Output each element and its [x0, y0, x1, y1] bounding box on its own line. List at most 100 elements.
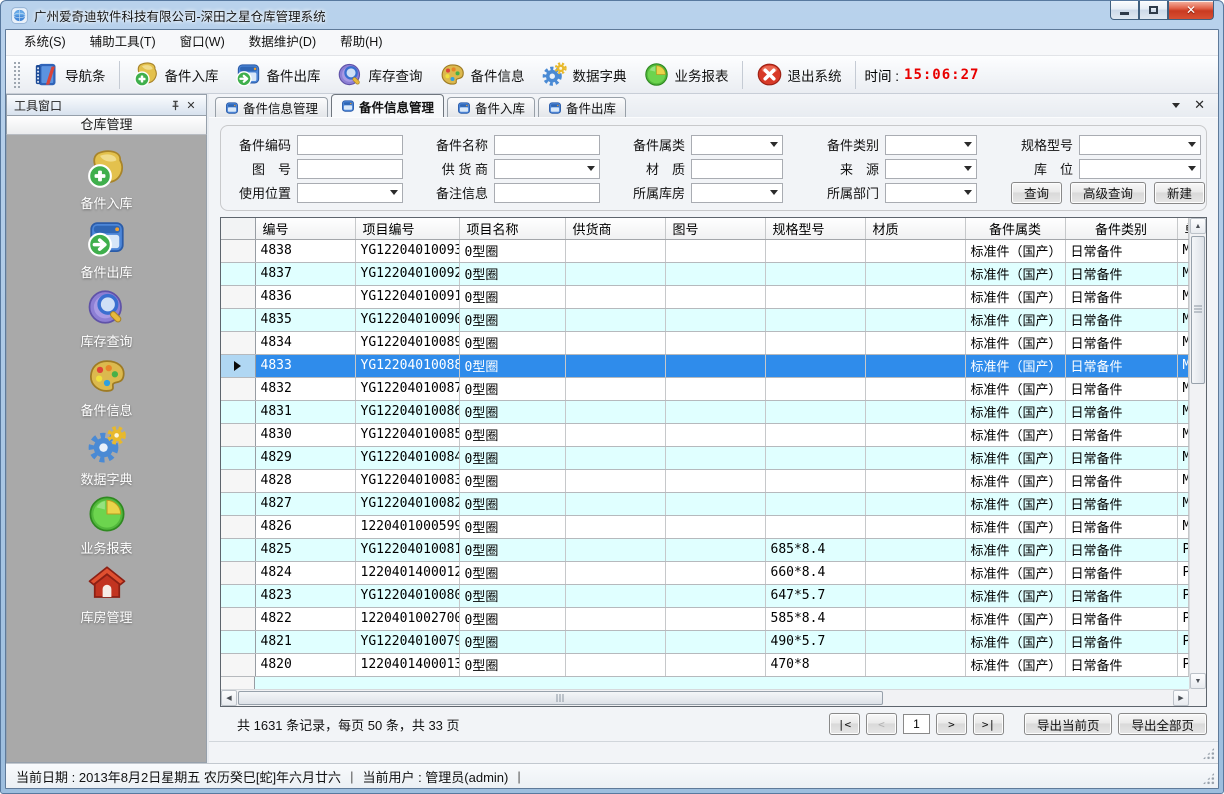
- row-indicator-cell[interactable]: [221, 492, 255, 515]
- table-cell[interactable]: [765, 469, 865, 492]
- page-number-input[interactable]: [903, 714, 930, 734]
- table-cell[interactable]: [865, 331, 965, 354]
- table-cell[interactable]: 0型圈: [459, 561, 565, 584]
- table-cell[interactable]: 日常备件: [1065, 239, 1177, 262]
- table-cell[interactable]: PC: [1177, 561, 1189, 584]
- table-cell[interactable]: 标准件（国产）: [965, 630, 1065, 653]
- pin-icon[interactable]: [167, 97, 183, 113]
- row-indicator-cell[interactable]: [221, 446, 255, 469]
- table-cell[interactable]: [865, 377, 965, 400]
- row-indicator-cell[interactable]: [221, 400, 255, 423]
- table-row[interactable]: 482612204010005990型圈标准件（国产）日常备件M: [221, 515, 1189, 538]
- table-cell[interactable]: [565, 354, 665, 377]
- table-cell[interactable]: [665, 538, 765, 561]
- table-cell[interactable]: [865, 354, 965, 377]
- table-cell[interactable]: PC: [1177, 630, 1189, 653]
- table-cell[interactable]: 1220401400013: [355, 653, 459, 676]
- table-cell[interactable]: YG12204010093: [355, 239, 459, 262]
- table-cell[interactable]: M: [1177, 308, 1189, 331]
- table-cell[interactable]: M: [1177, 239, 1189, 262]
- table-row[interactable]: 4833YG122040100880型圈标准件（国产）日常备件M: [221, 354, 1189, 377]
- scroll-right-icon[interactable]: ▶: [1173, 690, 1189, 706]
- column-header-project-name[interactable]: 项目名称: [459, 218, 565, 239]
- column-header-part-class[interactable]: 备件类别: [1065, 218, 1177, 239]
- vertical-scroll-thumb[interactable]: [1191, 236, 1205, 384]
- table-cell[interactable]: 470*8: [765, 653, 865, 676]
- table-cell[interactable]: [665, 584, 765, 607]
- table-cell[interactable]: 4827: [255, 492, 355, 515]
- table-cell[interactable]: [765, 377, 865, 400]
- table-row[interactable]: 4823YG122040100800型圈647*5.7标准件（国产）日常备件PC: [221, 584, 1189, 607]
- table-cell[interactable]: M: [1177, 331, 1189, 354]
- table-cell[interactable]: 4837: [255, 262, 355, 285]
- table-cell[interactable]: 660*8.4: [765, 561, 865, 584]
- table-row[interactable]: 4828YG122040100830型圈标准件（国产）日常备件M: [221, 469, 1189, 492]
- menu-item-tools[interactable]: 辅助工具(T): [78, 30, 168, 55]
- close-button[interactable]: ✕: [1168, 1, 1214, 20]
- table-cell[interactable]: 0型圈: [459, 492, 565, 515]
- table-cell[interactable]: [665, 423, 765, 446]
- last-page-button[interactable]: >|: [973, 713, 1004, 735]
- table-cell[interactable]: 0型圈: [459, 377, 565, 400]
- table-cell[interactable]: 1220401000599: [355, 515, 459, 538]
- remark-input[interactable]: [494, 183, 600, 203]
- table-cell[interactable]: 0型圈: [459, 262, 565, 285]
- table-cell[interactable]: 标准件（国产）: [965, 377, 1065, 400]
- row-indicator-cell[interactable]: [221, 515, 255, 538]
- row-indicator-cell[interactable]: [221, 377, 255, 400]
- row-indicator-cell[interactable]: [221, 607, 255, 630]
- horizontal-scroll-thumb[interactable]: [238, 691, 883, 705]
- table-cell[interactable]: 标准件（国产）: [965, 446, 1065, 469]
- table-cell[interactable]: 0型圈: [459, 584, 565, 607]
- table-cell[interactable]: [665, 285, 765, 308]
- table-cell[interactable]: [765, 446, 865, 469]
- column-header-project-code[interactable]: 项目编号: [355, 218, 459, 239]
- table-cell[interactable]: YG12204010089: [355, 331, 459, 354]
- table-cell[interactable]: [665, 239, 765, 262]
- first-page-button[interactable]: |<: [829, 713, 860, 735]
- table-cell[interactable]: 4829: [255, 446, 355, 469]
- table-cell[interactable]: M: [1177, 262, 1189, 285]
- table-cell[interactable]: YG12204010083: [355, 469, 459, 492]
- table-cell[interactable]: [565, 400, 665, 423]
- tool-window-close-icon[interactable]: ✕: [183, 97, 199, 113]
- table-cell[interactable]: [865, 400, 965, 423]
- minimize-button[interactable]: [1110, 1, 1139, 20]
- table-cell[interactable]: 0型圈: [459, 331, 565, 354]
- table-cell[interactable]: 4834: [255, 331, 355, 354]
- table-cell[interactable]: 日常备件: [1065, 354, 1177, 377]
- table-cell[interactable]: 0型圈: [459, 446, 565, 469]
- table-cell[interactable]: 1220401002700: [355, 607, 459, 630]
- table-cell[interactable]: [865, 538, 965, 561]
- sidebar-item-business-report[interactable]: 业务报表: [7, 493, 206, 562]
- material-input[interactable]: [691, 159, 783, 179]
- table-cell[interactable]: 标准件（国产）: [965, 423, 1065, 446]
- table-cell[interactable]: [565, 515, 665, 538]
- table-cell[interactable]: [765, 423, 865, 446]
- table-cell[interactable]: 0型圈: [459, 285, 565, 308]
- table-cell[interactable]: [865, 561, 965, 584]
- table-cell[interactable]: [665, 607, 765, 630]
- table-cell[interactable]: 日常备件: [1065, 423, 1177, 446]
- row-indicator-cell[interactable]: [221, 285, 255, 308]
- resize-grip-icon[interactable]: [1202, 747, 1215, 760]
- tab-list-chevron-down-icon[interactable]: [1172, 103, 1180, 108]
- scroll-up-icon[interactable]: ▲: [1190, 218, 1206, 234]
- maximize-button[interactable]: [1139, 1, 1168, 20]
- supplier-select[interactable]: [494, 159, 600, 179]
- table-cell[interactable]: 标准件（国产）: [965, 492, 1065, 515]
- table-cell[interactable]: 日常备件: [1065, 492, 1177, 515]
- toolbar-button-business-report[interactable]: 业务报表: [635, 58, 737, 91]
- table-cell[interactable]: [565, 630, 665, 653]
- sidebar-item-stock-in[interactable]: 备件入库: [7, 148, 206, 217]
- table-cell[interactable]: YG12204010087: [355, 377, 459, 400]
- table-cell[interactable]: 4825: [255, 538, 355, 561]
- sidebar-item-warehouse-mgmt[interactable]: 库房管理: [7, 562, 206, 631]
- row-indicator-cell[interactable]: [221, 469, 255, 492]
- toolbar-button-stock-out[interactable]: 备件出库: [227, 58, 329, 91]
- column-header-material[interactable]: 材质: [865, 218, 965, 239]
- table-cell[interactable]: 标准件（国产）: [965, 400, 1065, 423]
- table-cell[interactable]: 标准件（国产）: [965, 331, 1065, 354]
- table-cell[interactable]: 日常备件: [1065, 584, 1177, 607]
- row-indicator-cell[interactable]: [221, 423, 255, 446]
